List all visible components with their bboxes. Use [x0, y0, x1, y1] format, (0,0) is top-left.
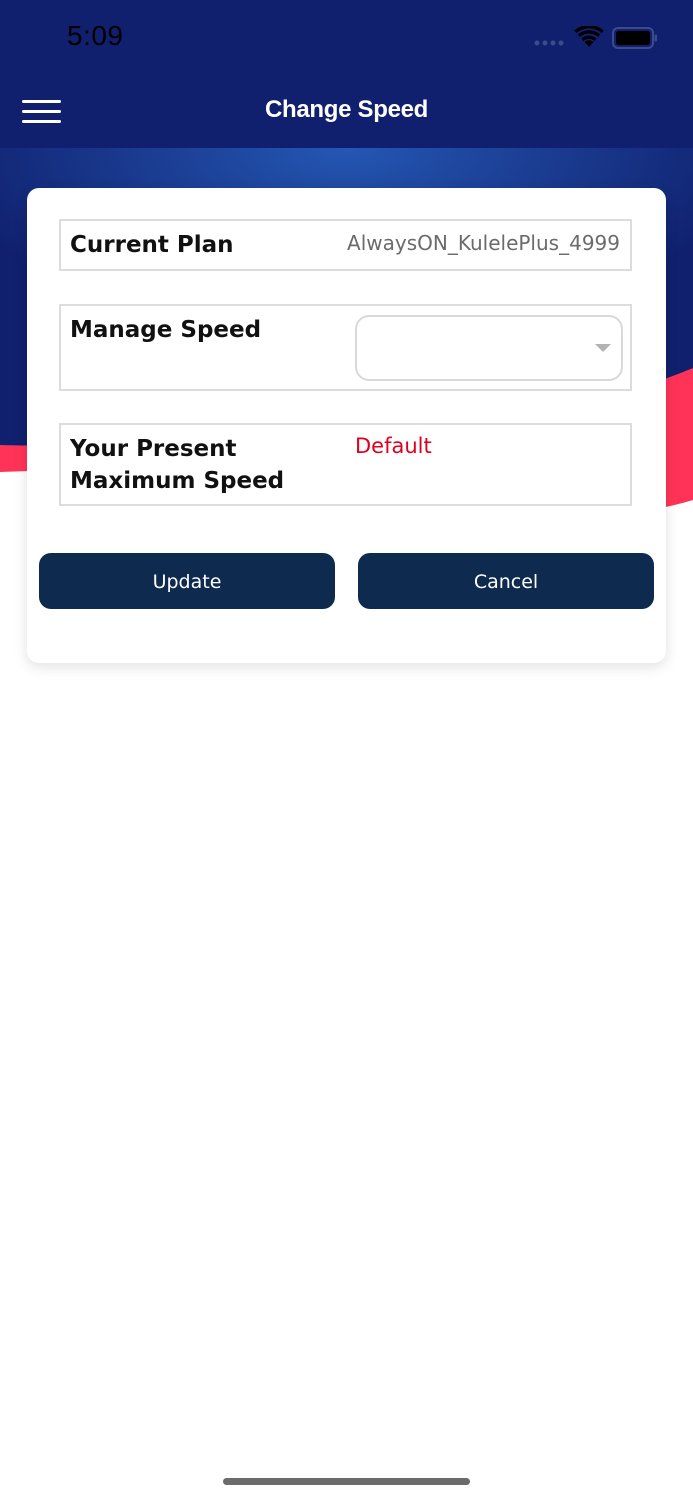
nav-bar: Change Speed: [0, 78, 693, 146]
max-speed-label-line2: Maximum Speed: [70, 468, 285, 494]
home-indicator: [223, 1478, 470, 1485]
current-plan-value: AlwaysON_KulelePlus_4999: [347, 231, 620, 255]
page-title: Change Speed: [264, 96, 429, 123]
max-speed-label-line1: Your Present: [70, 436, 237, 462]
manage-speed-row: Manage Speed: [59, 304, 632, 391]
manage-speed-dropdown[interactable]: [355, 315, 623, 381]
battery-icon: [612, 27, 657, 49]
cellular-signal-icon: [534, 40, 564, 46]
current-plan-label: Current Plan: [70, 232, 234, 258]
status-time: 5:09: [67, 20, 124, 51]
update-button[interactable]: Update: [39, 553, 335, 609]
cancel-button[interactable]: Cancel: [358, 553, 654, 609]
max-speed-value: Default: [355, 434, 432, 458]
status-bar: 5:09: [0, 0, 693, 78]
max-speed-row: Your Present Maximum Speed Default: [59, 423, 632, 506]
chevron-down-icon: [595, 344, 611, 352]
manage-speed-label: Manage Speed: [70, 317, 262, 343]
change-speed-card: Current Plan AlwaysON_KulelePlus_4999 Ma…: [27, 188, 666, 663]
current-plan-row: Current Plan AlwaysON_KulelePlus_4999: [59, 219, 632, 271]
wifi-icon: [574, 26, 604, 47]
